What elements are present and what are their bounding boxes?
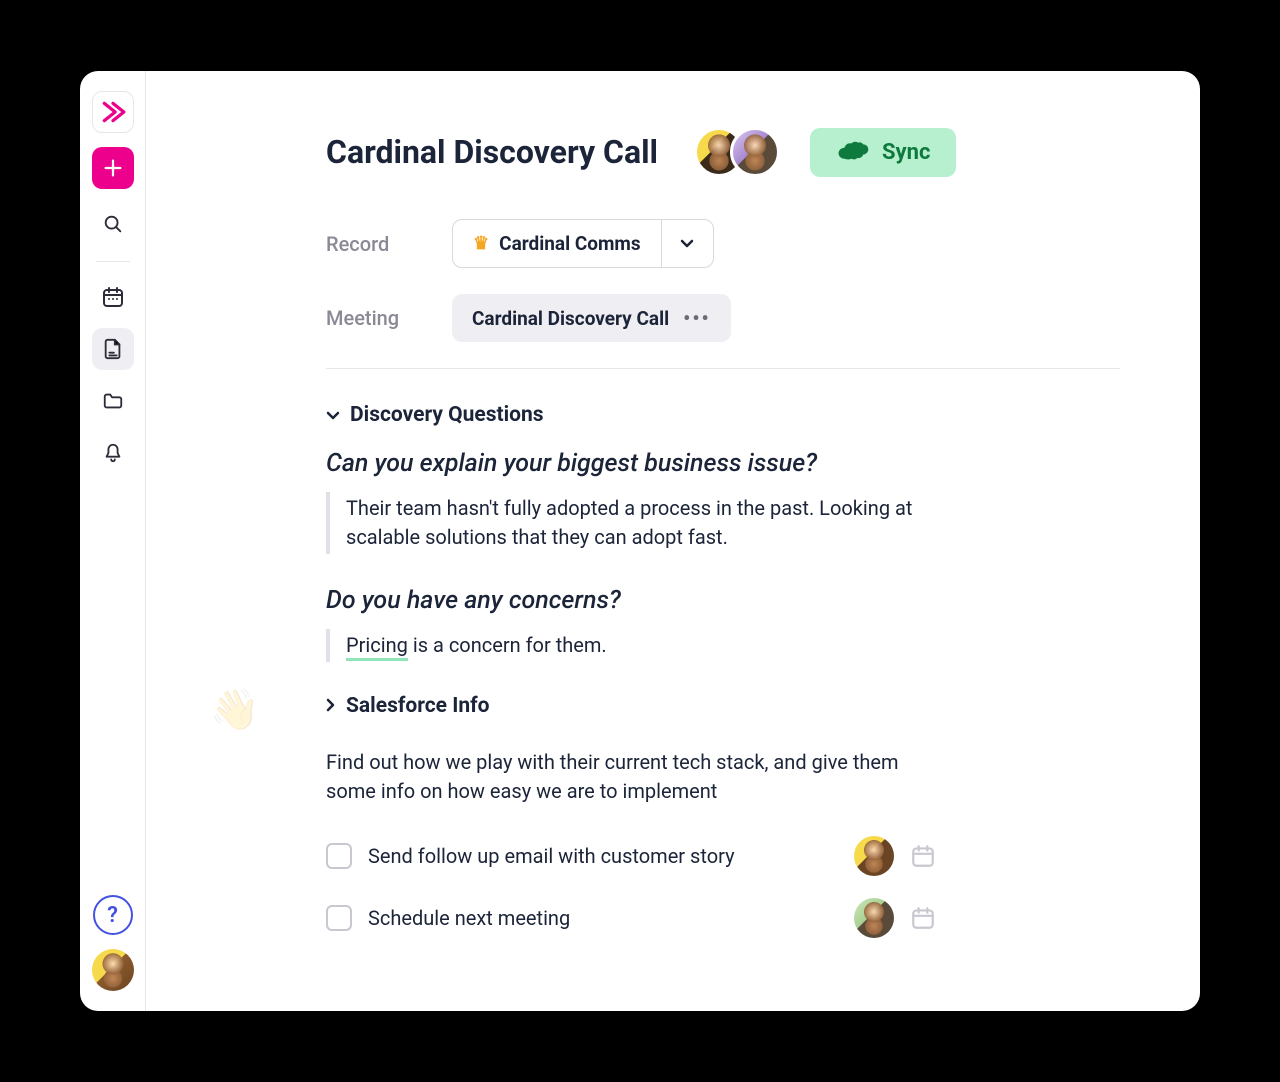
avatar [730, 127, 780, 177]
discovery-answer-1: Their team hasn't fully adopted a proces… [326, 492, 936, 554]
calendar-icon [101, 285, 125, 309]
calendar-outline-icon [910, 905, 936, 931]
note-text: Find out how we play with their current … [326, 748, 916, 806]
section-salesforce-toggle[interactable]: Salesforce Info [326, 694, 1120, 718]
discovery-answer-2: Pricing is a concern for them. [326, 629, 936, 662]
section-salesforce-title: Salesforce Info [346, 694, 490, 718]
sync-button[interactable]: Sync [810, 128, 956, 177]
help-icon: ? [107, 903, 118, 928]
meeting-selector[interactable]: Cardinal Discovery Call ••• [452, 294, 731, 342]
create-button[interactable] [92, 147, 134, 189]
task-assignee-avatar[interactable] [854, 836, 894, 876]
task-row: Schedule next meeting [326, 898, 936, 938]
page-header: Cardinal Discovery Call Sync [326, 127, 1120, 177]
document-icon [102, 337, 124, 361]
app-window: 👋 ? Car [80, 71, 1200, 1011]
task-label: Schedule next meeting [368, 906, 838, 930]
chevron-down-icon [326, 406, 340, 425]
sync-label: Sync [882, 140, 930, 165]
discovery-question-1: Can you explain your biggest business is… [326, 449, 1120, 478]
task-label: Send follow up email with customer story [368, 844, 838, 868]
record-row: Record ♛ Cardinal Comms [326, 219, 1120, 268]
answer-text: is a concern for them. [408, 633, 607, 657]
meeting-value: Cardinal Discovery Call [472, 307, 669, 330]
sidebar: ? [80, 71, 146, 1011]
task-row: Send follow up email with customer story [326, 836, 936, 876]
highlighted-term[interactable]: Pricing [346, 633, 408, 661]
task-assignee-avatar[interactable] [854, 898, 894, 938]
task-date-button[interactable] [910, 905, 936, 931]
record-label: Record [326, 232, 406, 256]
more-icon: ••• [683, 306, 711, 330]
main-content: Cardinal Discovery Call Sync Record ♛ Ca… [146, 71, 1200, 1011]
task-checkbox[interactable] [326, 843, 352, 869]
plus-icon [102, 157, 124, 179]
salesforce-cloud-icon [836, 140, 870, 164]
record-selector: ♛ Cardinal Comms [452, 219, 714, 268]
user-avatar[interactable] [92, 949, 134, 991]
task-date-button[interactable] [910, 843, 936, 869]
search-icon [102, 213, 124, 235]
nav-folder[interactable] [92, 380, 134, 422]
folder-icon [101, 390, 125, 412]
nav-calendar[interactable] [92, 276, 134, 318]
nav-notifications[interactable] [92, 432, 134, 474]
nav-search[interactable] [92, 203, 134, 245]
calendar-outline-icon [910, 843, 936, 869]
record-value: Cardinal Comms [499, 232, 641, 255]
discovery-question-2: Do you have any concerns? [326, 586, 1120, 615]
app-logo-icon[interactable] [92, 91, 134, 133]
sidebar-divider [96, 261, 130, 262]
record-value-button[interactable]: ♛ Cardinal Comms [453, 220, 661, 267]
section-discovery-toggle[interactable]: Discovery Questions [326, 403, 1120, 427]
task-checkbox[interactable] [326, 905, 352, 931]
section-discovery-title: Discovery Questions [350, 403, 544, 427]
nav-document[interactable] [92, 328, 134, 370]
divider [326, 368, 1120, 369]
record-dropdown-toggle[interactable] [661, 220, 713, 267]
bell-icon [102, 441, 124, 465]
collaborator-avatars[interactable] [694, 127, 780, 177]
help-button[interactable]: ? [93, 895, 133, 935]
chevron-right-icon [326, 697, 336, 716]
meeting-label: Meeting [326, 306, 406, 330]
chevron-down-icon [680, 239, 694, 249]
page-title: Cardinal Discovery Call [326, 133, 658, 171]
meeting-row: Meeting Cardinal Discovery Call ••• [326, 294, 1120, 342]
crown-icon: ♛ [473, 233, 489, 254]
